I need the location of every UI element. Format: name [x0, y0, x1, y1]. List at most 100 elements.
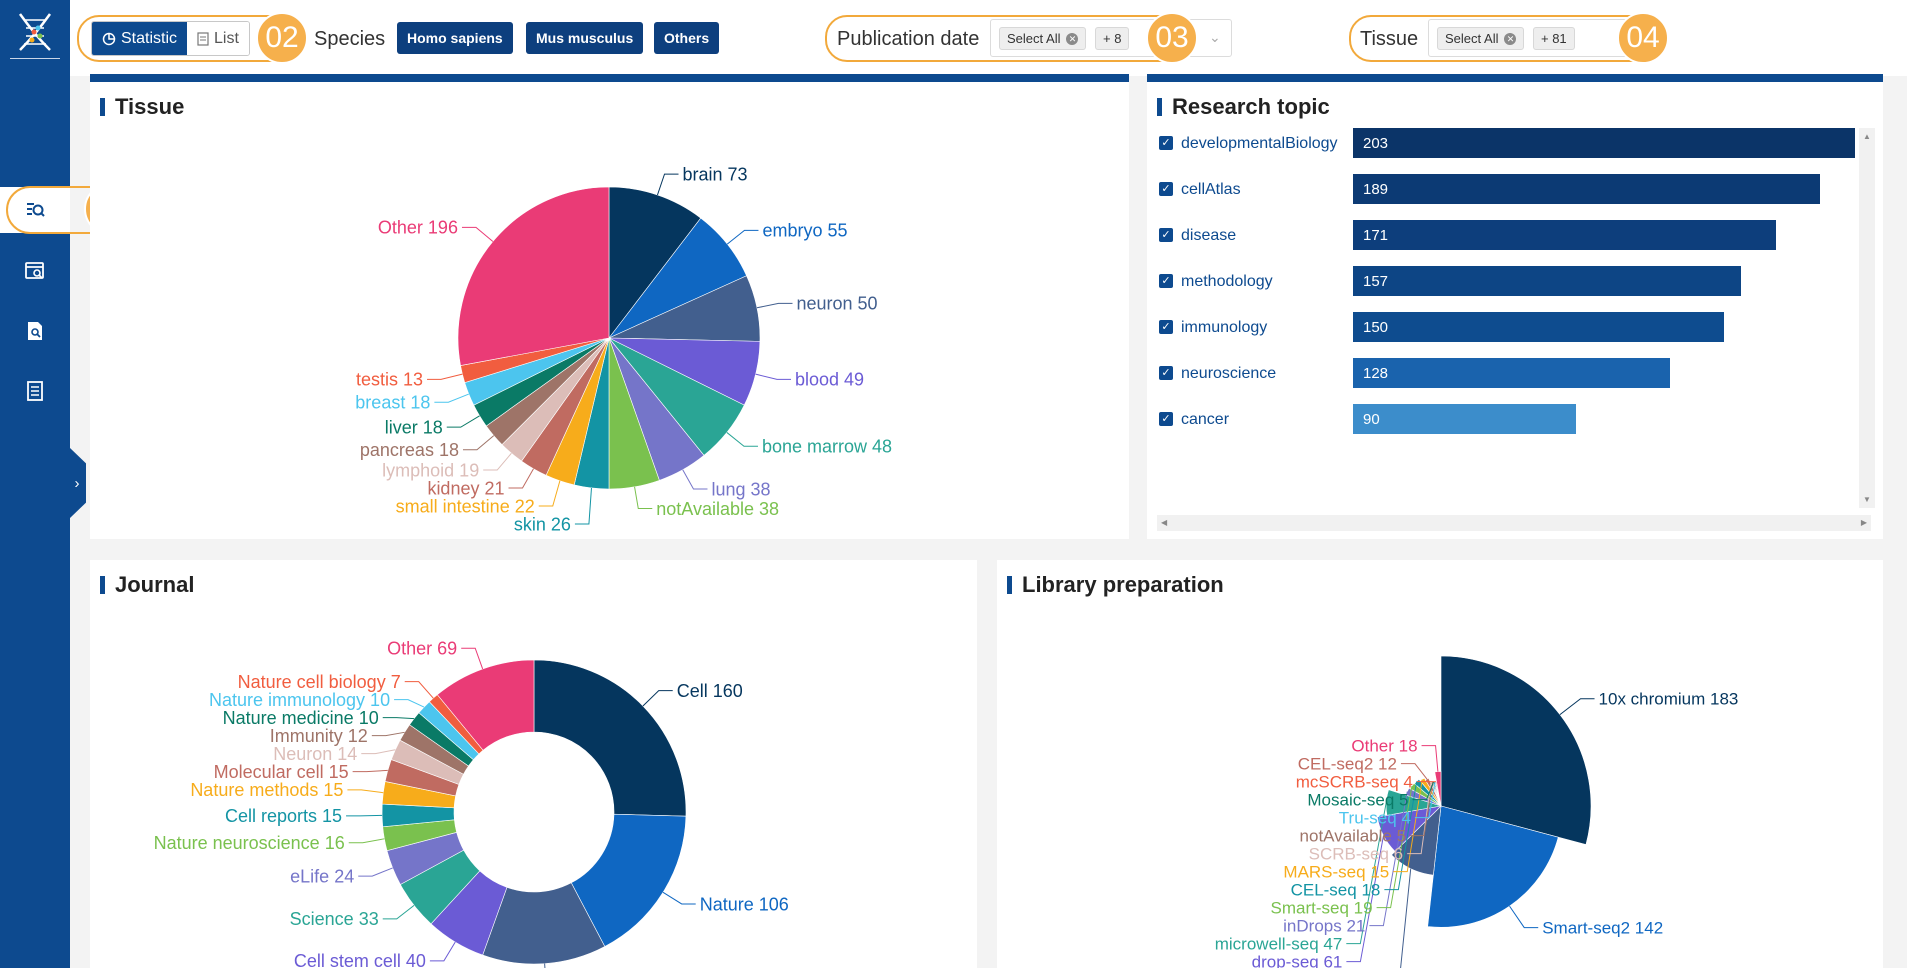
horizontal-scrollbar[interactable]: ◀ ▶	[1157, 515, 1871, 531]
research-topic-bar-chart: ✓ developmentalBiology 203 ✓ cellAtlas 189 ✓ di…	[1147, 82, 1867, 482]
research-topic-row-developmentalbiology: ✓ developmentalBiology 203	[1147, 128, 1867, 158]
checkbox-icon[interactable]: ✓	[1159, 366, 1173, 380]
pubdate-select-all-tag[interactable]: Select All ✕	[999, 27, 1087, 50]
slice-label-other: Other 18	[1351, 737, 1417, 756]
sidebar-item-document-search[interactable]	[0, 308, 70, 354]
scroll-up-icon[interactable]: ▲	[1863, 132, 1871, 141]
slice-label-cell-reports: Cell reports 15	[225, 806, 342, 826]
scroll-right-icon[interactable]: ▶	[1861, 518, 1867, 527]
sidebar-expand-toggle[interactable]: ›	[70, 448, 86, 518]
slice-label-smart-seq: Smart-seq 19	[1271, 899, 1373, 918]
leader-line-other	[461, 226, 494, 242]
checkbox-icon[interactable]: ✓	[1159, 412, 1173, 426]
callout-03-badge: 03	[1146, 12, 1198, 64]
checkbox-icon[interactable]: ✓	[1159, 228, 1173, 242]
sidebar-item-browse[interactable]	[0, 248, 70, 294]
slice-label-cell-stem-cell: Cell stem cell 40	[294, 951, 426, 968]
research-topic-bar[interactable]: 189	[1353, 174, 1821, 204]
leader-line-molecular-cell	[352, 769, 388, 773]
leader-line-science	[382, 905, 415, 920]
leader-line-neuron	[361, 749, 396, 755]
statistic-view-button[interactable]: Statistic	[92, 22, 188, 55]
list-document-icon	[197, 31, 209, 46]
slice-label-mars-seq: MARS-seq 15	[1283, 863, 1389, 882]
slice-other[interactable]	[457, 186, 610, 366]
slice-label-neuron: neuron 50	[797, 294, 878, 314]
slice-label-elife: eLife 24	[290, 866, 354, 886]
slice-label-notavailable: notAvailable 38	[656, 499, 779, 519]
research-topic-bar[interactable]: 150	[1353, 312, 1724, 342]
leader-line-small-intestine	[538, 480, 561, 507]
research-topic-row-immunology: ✓ immunology 150	[1147, 312, 1867, 342]
research-topic-bar[interactable]: 128	[1353, 358, 1670, 388]
slice-label-other: Other 69	[387, 639, 457, 659]
leader-line-lung	[682, 469, 708, 490]
research-topic-value: 128	[1363, 365, 1389, 382]
research-topic-bar[interactable]: 157	[1353, 266, 1742, 296]
callout-02-badge: 02	[256, 12, 308, 64]
library-preparation-panel: Library preparation 10x chromium 183 Smar…	[997, 560, 1883, 968]
slice-label-cell: Cell 160	[677, 681, 743, 701]
research-topic-label: immunology	[1181, 319, 1268, 336]
slice-label-cel-seq: CEL-seq 18	[1291, 881, 1381, 900]
publication-date-label: Publication date	[837, 28, 980, 50]
slice-label-brain: brain 73	[683, 164, 748, 184]
list-view-button[interactable]: List	[187, 22, 249, 55]
chevron-down-icon[interactable]: ⌄	[1209, 29, 1221, 46]
research-topic-row-cellatlas: ✓ cellAtlas 189	[1147, 174, 1867, 204]
slice-label-mcscrb-seq: mcSCRB-seq 4	[1296, 773, 1413, 792]
slice-label-science: Science 33	[290, 909, 379, 929]
slice-label-scrb-seq: SCRB-seq 6	[1309, 845, 1403, 864]
close-icon[interactable]: ✕	[1066, 32, 1079, 45]
research-topic-label: cancer	[1181, 411, 1230, 428]
leader-line-cell-stem-cell	[429, 941, 456, 962]
pubdate-select-all-label: Select All	[1007, 31, 1061, 46]
scroll-left-icon[interactable]: ◀	[1161, 518, 1167, 527]
slice-label-kidney: kidney 21	[427, 478, 504, 498]
species-homo-sapiens-button[interactable]: Homo sapiens	[397, 22, 513, 54]
slice-label-breast: breast 18	[355, 393, 430, 413]
tissue-select-all-tag[interactable]: Select All ✕	[1437, 27, 1525, 50]
sidebar-item-documentation[interactable]	[0, 368, 70, 414]
slice-label-nature-medicine: Nature medicine 10	[223, 708, 379, 728]
leader-line-liver	[446, 415, 480, 428]
document-icon	[27, 381, 43, 401]
tissue-filter-label: Tissue	[1360, 28, 1419, 50]
leader-line-skin	[574, 487, 592, 525]
research-topic-bar[interactable]: 203	[1353, 128, 1855, 158]
slice-label-pancreas: pancreas 18	[360, 440, 459, 460]
slice-label-neuron: Neuron 14	[273, 744, 357, 764]
leader-line-pancreas	[462, 435, 495, 451]
journal-panel: Journal Cell 160Nature 106Nature communi…	[90, 560, 977, 968]
slice-label-notavailable: notAvailable 5	[1300, 827, 1407, 846]
checkbox-icon[interactable]: ✓	[1159, 274, 1173, 288]
species-others-button[interactable]: Others	[654, 22, 720, 54]
slice-label-liver: liver 18	[385, 417, 443, 437]
slice-cell[interactable]	[533, 659, 687, 817]
slice-label-mosaic-seq: Mosaic-seq 5	[1307, 791, 1408, 810]
species-mus-musculus-button[interactable]: Mus musculus	[526, 22, 644, 54]
tissue-filter-select[interactable]: Select All ✕ + 81	[1428, 19, 1648, 57]
leader-line-embryo	[726, 229, 759, 245]
research-topic-label: disease	[1181, 227, 1237, 244]
vertical-scrollbar[interactable]: ▲ ▼	[1859, 128, 1875, 508]
logo	[12, 6, 58, 58]
checkbox-icon[interactable]: ✓	[1159, 182, 1173, 196]
slice-label-molecular-cell: Molecular cell 15	[214, 762, 349, 782]
checkbox-icon[interactable]: ✓	[1159, 320, 1173, 334]
slice-label-microwell-seq: microwell-seq 47	[1215, 935, 1343, 954]
leader-line-nature	[662, 891, 696, 905]
research-topic-panel: Research topic ✓ developmentalBiology 203 ✓…	[1147, 74, 1883, 539]
scroll-down-icon[interactable]: ▼	[1863, 495, 1871, 504]
slice-label-lung: lung 38	[711, 479, 770, 499]
research-topic-label: developmentalBiology	[1181, 135, 1338, 152]
leader-line-notavailable	[634, 486, 653, 510]
sidebar	[0, 0, 70, 968]
close-icon[interactable]: ✕	[1504, 32, 1517, 45]
research-topic-bar[interactable]: 90	[1353, 404, 1576, 434]
research-topic-bar[interactable]: 171	[1353, 220, 1776, 250]
chevron-right-icon: ›	[74, 474, 80, 492]
slice-label-other: Other 196	[378, 218, 458, 238]
slice-label-tru-seq: Tru-seq 4	[1339, 809, 1411, 828]
checkbox-icon[interactable]: ✓	[1159, 136, 1173, 150]
